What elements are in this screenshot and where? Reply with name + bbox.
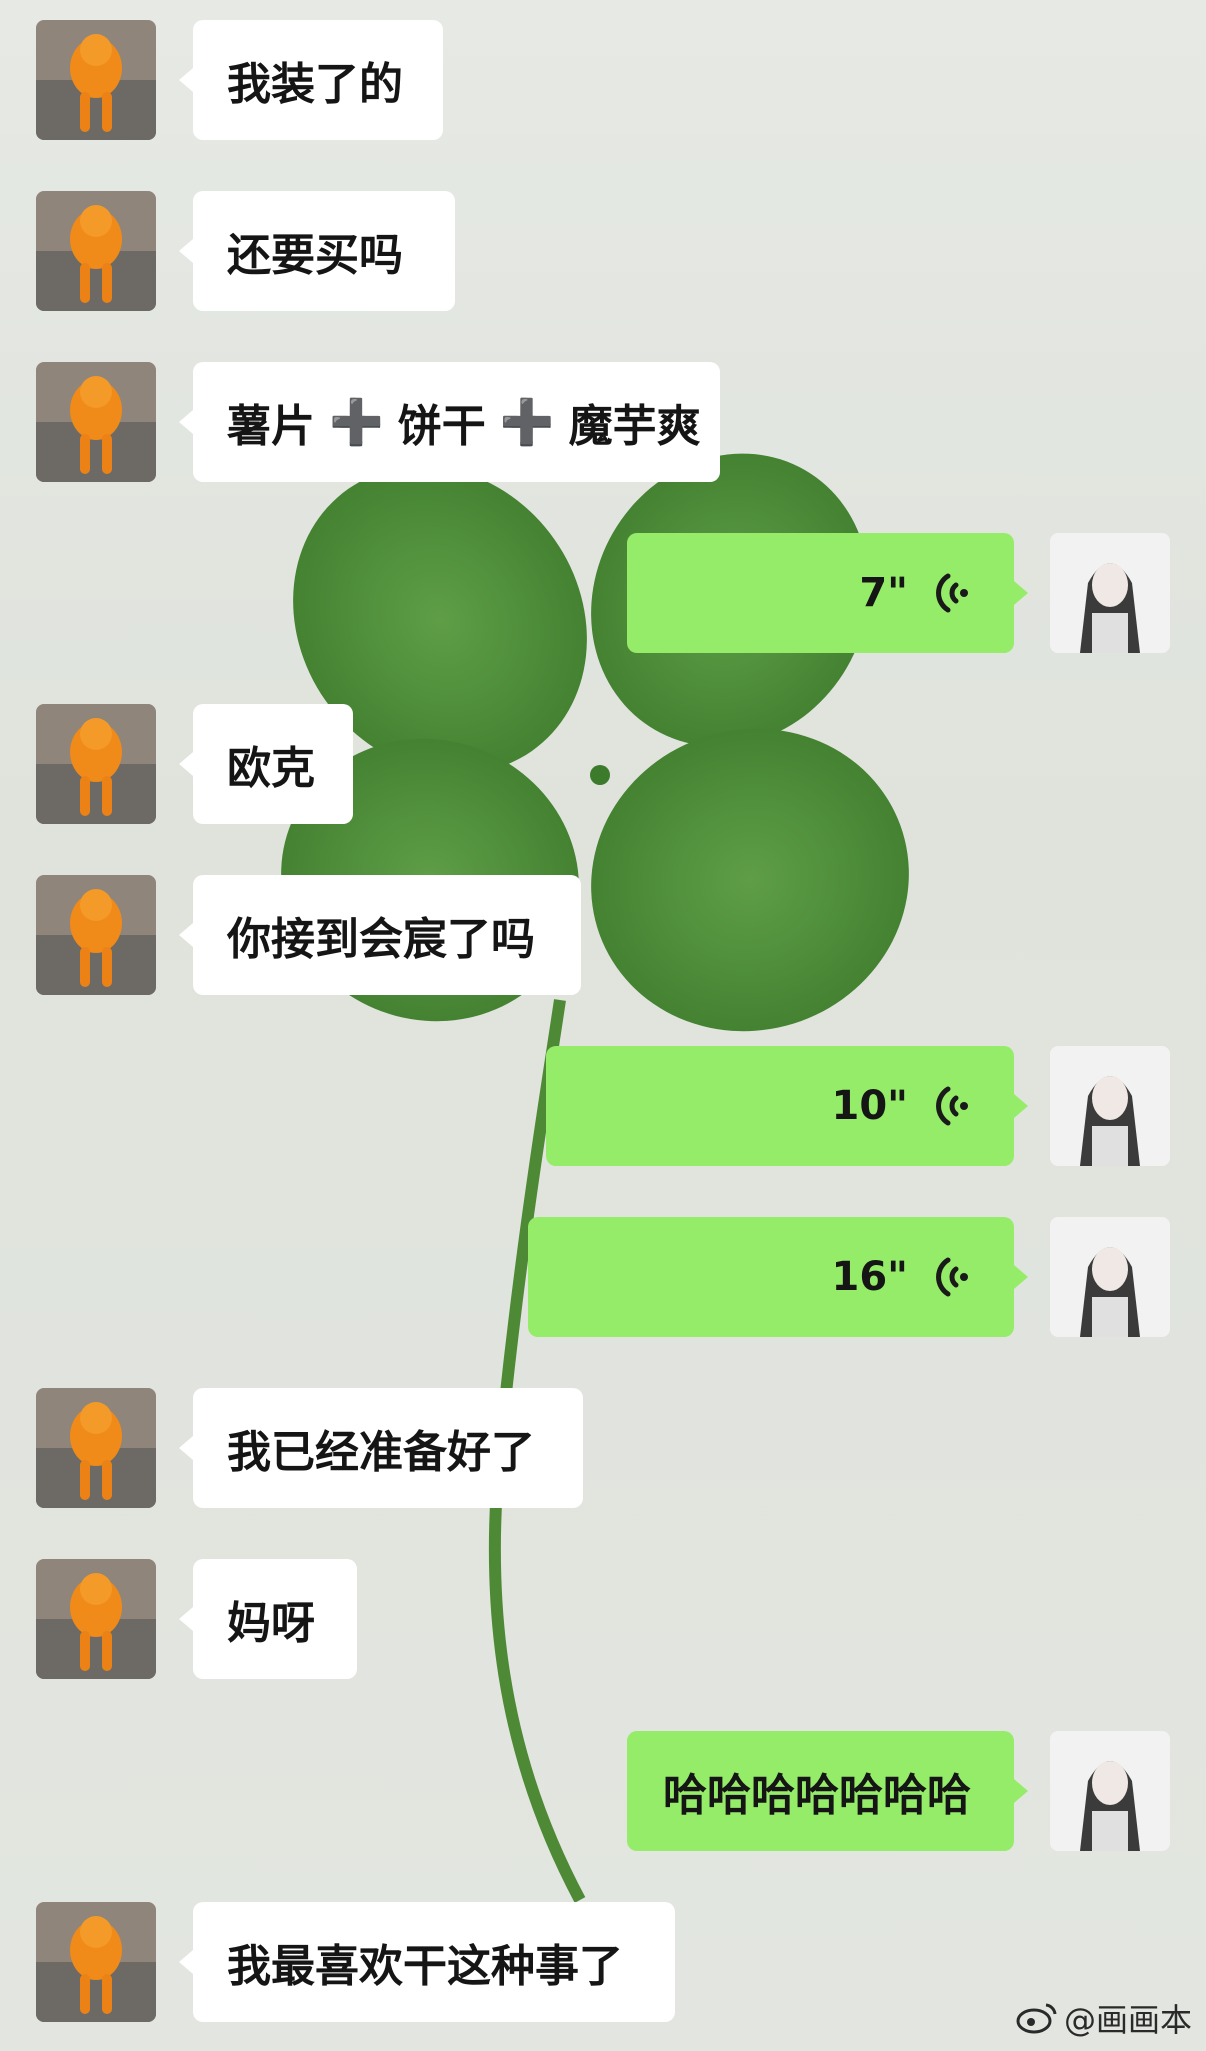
avatar[interactable] [1050, 1217, 1170, 1337]
message-text-part: 薯片 [227, 401, 315, 452]
message-row-incoming: 我装了的 [0, 20, 1206, 140]
weibo-watermark: @画画本 [1016, 1995, 1192, 2041]
message-bubble[interactable]: 欧克 [179, 704, 353, 824]
voice-message-bubble[interactable]: 7" [627, 533, 1028, 653]
message-bubble[interactable]: 我已经准备好了 [179, 1388, 583, 1508]
voice-wave-icon [936, 573, 968, 613]
message-row-incoming: 薯片 ➕ 饼干 ➕ 魔芋爽 [0, 362, 1206, 482]
voice-message-bubble[interactable]: 10" [546, 1046, 1028, 1166]
avatar[interactable] [1050, 533, 1170, 653]
avatar[interactable] [36, 1388, 156, 1508]
avatar[interactable] [36, 1902, 156, 2022]
avatar[interactable] [36, 362, 156, 482]
avatar[interactable] [1050, 1046, 1170, 1166]
message-bubble[interactable]: 薯片 ➕ 饼干 ➕ 魔芋爽 [179, 362, 720, 482]
message-row-incoming: 欧克 [0, 704, 1206, 824]
voice-wave-icon [936, 1257, 968, 1297]
avatar[interactable] [36, 875, 156, 995]
avatar[interactable] [36, 191, 156, 311]
message-row-incoming: 还要买吗 [0, 191, 1206, 311]
message-row-outgoing: 10" [0, 1046, 1206, 1166]
plus-emoji: ➕ [329, 397, 384, 448]
message-row-incoming: 妈呀 [0, 1559, 1206, 1679]
message-bubble[interactable]: 我装了的 [179, 20, 443, 140]
message-row-incoming: 你接到会宸了吗 [0, 875, 1206, 995]
message-bubble[interactable]: 还要买吗 [179, 191, 455, 311]
message-bubble[interactable]: 你接到会宸了吗 [179, 875, 581, 995]
voice-message-bubble[interactable]: 16" [528, 1217, 1028, 1337]
voice-duration: 7" [859, 570, 908, 616]
message-text-part: 饼干 [397, 401, 486, 452]
avatar[interactable] [36, 704, 156, 824]
message-row-outgoing: 哈哈哈哈哈哈哈 [0, 1731, 1206, 1851]
weibo-icon [1016, 2003, 1057, 2034]
message-bubble[interactable]: 我最喜欢干这种事了 [179, 1902, 675, 2022]
avatar[interactable] [36, 20, 156, 140]
message-bubble[interactable]: 哈哈哈哈哈哈哈 [627, 1731, 1028, 1851]
avatar[interactable] [1050, 1731, 1170, 1851]
message-row-outgoing: 7" [0, 533, 1206, 653]
plus-emoji: ➕ [499, 397, 555, 448]
watermark-text: @画画本 [1063, 2001, 1192, 2039]
voice-duration: 16" [831, 1254, 908, 1300]
avatar[interactable] [36, 1559, 156, 1679]
message-text-part: 魔芋爽 [568, 401, 701, 452]
message-bubble[interactable]: 妈呀 [179, 1559, 357, 1679]
voice-wave-icon [936, 1086, 968, 1126]
voice-duration: 10" [831, 1083, 908, 1129]
message-row-incoming: 我已经准备好了 [0, 1388, 1206, 1508]
message-row-outgoing: 16" [0, 1217, 1206, 1337]
